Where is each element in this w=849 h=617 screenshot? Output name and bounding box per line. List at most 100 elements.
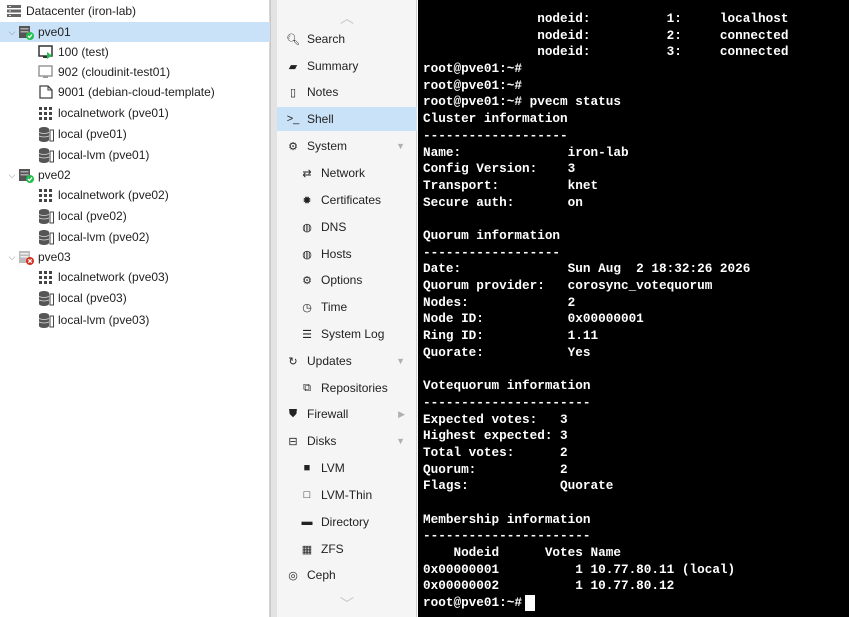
node-online-icon	[18, 167, 34, 183]
nav-item-dns[interactable]: ◍ DNS	[277, 215, 417, 239]
nav-item-ceph[interactable]: ◎ Ceph	[277, 563, 417, 587]
node-offline-icon	[18, 249, 34, 265]
nav-item-shell[interactable]: >_ Shell	[277, 107, 417, 131]
clock-icon: ◷	[302, 301, 312, 314]
hdd-icon: ⊟	[288, 435, 298, 448]
nav-item-label: Directory	[321, 515, 370, 529]
resource-tree: Datacenter (iron-lab) ⌵ pve01 100 (test)…	[0, 0, 270, 617]
tree-item-vm-902[interactable]: 902 (cloudinit-test01)	[0, 62, 270, 82]
tree-item-local-pve02[interactable]: local (pve02)	[0, 206, 270, 226]
storage-icon	[38, 229, 54, 245]
nav-item-options[interactable]: ⚙ Options	[277, 268, 417, 292]
network-icon	[38, 187, 54, 203]
chevron-down-icon[interactable]: ▼	[396, 356, 405, 366]
nav-item-hosts[interactable]: ◍ Hosts	[277, 242, 417, 266]
tree-item-template-9001[interactable]: 9001 (debian-cloud-template)	[0, 82, 270, 102]
collapse-icon[interactable]: ⌵	[6, 170, 18, 181]
scroll-down-icon[interactable]: ﹀	[277, 596, 417, 612]
grid-icon: ▦	[301, 543, 313, 556]
nav-item-updates[interactable]: ↻ Updates ▼	[277, 349, 417, 373]
terminal-line: Config Version: 3	[423, 161, 576, 177]
tree-item-datacenter[interactable]: Datacenter (iron-lab)	[0, 1, 270, 21]
nav-item-system[interactable]: ⚙ System ▼	[277, 134, 417, 158]
terminal-line: Quorum provider: corosync_votequorum	[423, 278, 713, 293]
tree-item-label: 100 (test)	[58, 45, 109, 59]
scroll-up-icon[interactable]: ︿	[277, 10, 417, 26]
nav-item-disks[interactable]: ⊟ Disks ▼	[277, 429, 417, 453]
tree-item-local-lvm-pve01[interactable]: local-lvm (pve01)	[0, 145, 270, 165]
nav-item-firewall[interactable]: ⛊ Firewall ▶	[277, 402, 417, 426]
nav-item-label: ZFS	[321, 542, 344, 556]
nav-item-label: Notes	[307, 85, 339, 99]
template-icon	[38, 84, 54, 100]
shell-terminal[interactable]: nodeid: 1: localhost nodeid: 2: connecte…	[418, 0, 849, 617]
terminal-line: Highest expected: 3	[423, 428, 568, 444]
tree-item-label: 9001 (debian-cloud-template)	[58, 85, 215, 99]
storage-icon	[38, 290, 54, 306]
nav-item-label: Time	[321, 300, 348, 314]
nav-item-zfs[interactable]: ▦ ZFS	[277, 537, 417, 561]
terminal-line: 0x00000002 1 10.77.80.12	[423, 578, 675, 594]
tree-item-localnetwork-pve02[interactable]: localnetwork (pve02)	[0, 185, 270, 205]
nav-item-directory[interactable]: ▬ Directory	[277, 510, 417, 534]
notes-icon: ▯	[289, 86, 297, 99]
nav-item-time[interactable]: ◷ Time	[277, 295, 417, 319]
nav-item-label: Updates	[307, 354, 352, 368]
collapse-icon[interactable]: ⌵	[6, 252, 18, 263]
tree-item-local-pve03[interactable]: local (pve03)	[0, 288, 270, 308]
nav-item-label: Certificates	[321, 193, 382, 207]
terminal-line: Transport: knet	[423, 177, 599, 193]
terminal-line: nodeid: 1: localhost	[423, 11, 789, 26]
tree-item-pve03[interactable]: ⌵ pve03	[0, 247, 270, 267]
tree-item-localnetwork-pve03[interactable]: localnetwork (pve03)	[0, 267, 270, 287]
files-icon: ⧉	[303, 381, 311, 394]
terminal-cursor	[525, 595, 535, 611]
nav-item-system-log[interactable]: ☰ System Log	[277, 322, 417, 346]
tree-item-label: local-lvm (pve02)	[58, 230, 150, 244]
nav-item-label: System	[307, 139, 348, 153]
tree-item-pve02[interactable]: ⌵ pve02	[0, 165, 270, 185]
terminal-line: Flags: Quorate	[423, 478, 614, 494]
chevron-right-icon[interactable]: ▶	[398, 409, 405, 420]
nav-item-repositories[interactable]: ⧉ Repositories	[277, 376, 417, 400]
gear-icon: ⚙	[302, 274, 312, 287]
terminal-line: Nodes: 2	[423, 294, 576, 310]
nav-item-summary[interactable]: ▰ Summary	[277, 54, 417, 78]
ceph-icon: ◎	[288, 569, 298, 582]
nav-item-label: Summary	[307, 59, 359, 73]
tree-item-local-lvm-pve02[interactable]: local-lvm (pve02)	[0, 227, 270, 247]
nav-item-lvm[interactable]: ■ LVM	[277, 456, 417, 480]
chevron-down-icon[interactable]: ▼	[396, 141, 405, 151]
nav-item-label: Options	[321, 273, 363, 287]
tree-item-label: pve03	[38, 250, 71, 264]
terminal-icon: >_	[286, 113, 300, 125]
terminal-line: Quorum: 2	[423, 461, 568, 477]
terminal-output: nodeid: 1: localhost nodeid: 2: connecte…	[423, 11, 788, 612]
tree-item-local-lvm-pve03[interactable]: local-lvm (pve03)	[0, 310, 270, 330]
terminal-line: root@pve01:~#	[423, 595, 530, 611]
nav-item-certificates[interactable]: ✹ Certificates	[277, 188, 417, 212]
nav-item-search[interactable]: 🔍︎ Search	[277, 27, 417, 51]
panel-splitter[interactable]	[270, 0, 277, 617]
terminal-line: Quorate: Yes	[423, 344, 591, 360]
nav-item-lvm-thin[interactable]: □ LVM-Thin	[277, 483, 417, 507]
tree-item-localnetwork-pve01[interactable]: localnetwork (pve01)	[0, 103, 270, 123]
terminal-line: ----------------------	[423, 528, 591, 544]
collapse-icon[interactable]: ⌵	[6, 27, 18, 38]
nav-item-notes[interactable]: ▯ Notes	[277, 80, 417, 104]
tree-item-local-pve01[interactable]: local (pve01)	[0, 124, 270, 144]
chevron-down-icon[interactable]: ▼	[396, 436, 405, 446]
terminal-line: root@pve01:~#	[423, 61, 522, 77]
tree-item-vm-100[interactable]: 100 (test)	[0, 42, 270, 62]
refresh-icon: ↻	[288, 355, 298, 368]
terminal-line: Cluster information	[423, 111, 568, 127]
nav-item-network[interactable]: ⇄ Network	[277, 161, 417, 185]
tree-item-label: local-lvm (pve03)	[58, 313, 150, 327]
terminal-line: Ring ID: 1.11	[423, 328, 599, 344]
terminal-line: nodeid: 2: connected	[423, 27, 789, 43]
terminal-line: Secure auth: on	[423, 194, 583, 210]
node-online-icon	[18, 24, 34, 40]
storage-icon	[38, 312, 54, 328]
tree-item-pve01[interactable]: ⌵ pve01	[0, 22, 270, 42]
